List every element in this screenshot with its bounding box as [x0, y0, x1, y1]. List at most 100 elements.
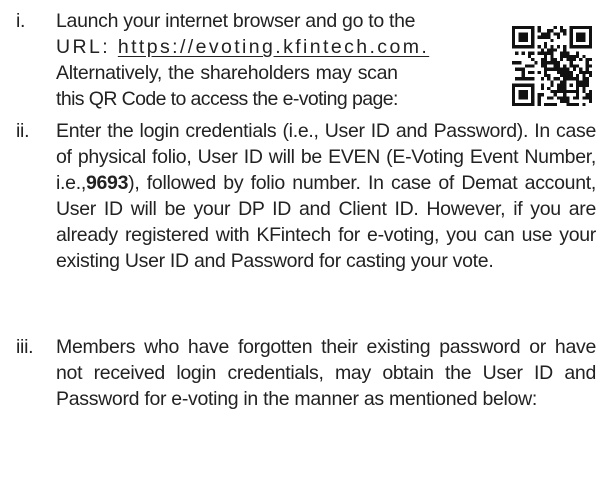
- qr-module: [579, 45, 583, 49]
- qr-module: [566, 96, 570, 100]
- qr-module: [576, 93, 580, 97]
- list-numeral: ii.: [16, 120, 30, 142]
- qr-module: [572, 102, 576, 106]
- qr-module: [563, 86, 567, 90]
- qr-module: [512, 29, 516, 33]
- qr-module: [572, 58, 576, 62]
- qr-module: [531, 102, 535, 106]
- qr-module: [556, 70, 560, 74]
- qr-module: [540, 83, 544, 87]
- qr-module: [576, 51, 580, 55]
- qr-module: [540, 93, 544, 97]
- qr-module: [544, 51, 548, 55]
- qr-module: [560, 83, 564, 87]
- document-page: i. Launch your internet browser and go t…: [0, 0, 609, 488]
- qr-module: [588, 35, 592, 39]
- qr-module: [518, 26, 522, 30]
- qr-module: [569, 35, 573, 39]
- qr-module: [569, 54, 573, 58]
- qr-module: [544, 70, 548, 74]
- qr-module: [582, 102, 586, 106]
- qr-module: [515, 26, 519, 30]
- qr-module: [566, 54, 570, 58]
- qr-module: [524, 35, 528, 39]
- qr-module: [585, 67, 589, 71]
- qr-module: [537, 35, 541, 39]
- qr-module: [540, 51, 544, 55]
- qr-module: [547, 61, 551, 65]
- qr-module: [550, 90, 554, 94]
- qr-module: [563, 64, 567, 68]
- qr-module: [544, 61, 548, 65]
- qr-module: [579, 26, 583, 30]
- item-iii-text: Members who have forgotten their existin…: [56, 336, 596, 410]
- qr-module: [550, 67, 554, 71]
- qr-module: [576, 26, 580, 30]
- qr-module: [547, 48, 551, 52]
- qr-module: [560, 90, 564, 94]
- qr-module: [547, 32, 551, 36]
- qr-module: [528, 54, 532, 58]
- qr-module: [521, 35, 525, 39]
- qr-module: [563, 93, 567, 97]
- qr-module: [569, 29, 573, 33]
- qr-module: [531, 93, 535, 97]
- qr-module: [576, 102, 580, 106]
- qr-module: [566, 90, 570, 94]
- qr-module: [569, 90, 573, 94]
- qr-module: [579, 38, 583, 42]
- qr-module: [563, 83, 567, 87]
- qr-module: [553, 58, 557, 62]
- qr-module: [585, 61, 589, 65]
- qr-module: [560, 96, 564, 100]
- qr-module: [528, 70, 532, 74]
- qr-module: [547, 77, 551, 81]
- qr-module: [531, 83, 535, 87]
- qr-module: [521, 83, 525, 87]
- qr-module: [560, 86, 564, 90]
- qr-module: [540, 86, 544, 90]
- qr-module: [512, 35, 516, 39]
- qr-module: [588, 99, 592, 103]
- qr-module: [563, 54, 567, 58]
- qr-module: [572, 64, 576, 68]
- qr-module: [515, 77, 519, 81]
- qr-module: [547, 51, 551, 55]
- qr-module: [521, 96, 525, 100]
- qr-module: [563, 74, 567, 78]
- qr-module: [524, 38, 528, 42]
- qr-module: [547, 96, 551, 100]
- qr-module: [521, 51, 525, 55]
- qr-module: [582, 90, 586, 94]
- qr-module: [582, 45, 586, 49]
- qr-module: [569, 61, 573, 65]
- qr-module: [547, 86, 551, 90]
- qr-module: [556, 64, 560, 68]
- qr-module: [531, 26, 535, 30]
- qr-module: [512, 26, 516, 30]
- qr-module: [544, 54, 548, 58]
- qr-module: [518, 38, 522, 42]
- item-i-url-line: URL: https://evoting.kfintech.com.: [56, 34, 506, 60]
- evoting-url-link[interactable]: https://evoting.kfintech.com.: [118, 36, 429, 58]
- qr-module: [550, 38, 554, 42]
- qr-module: [563, 96, 567, 100]
- qr-module: [560, 54, 564, 58]
- qr-module: [563, 77, 567, 81]
- list-numeral: i.: [16, 10, 26, 32]
- qr-module: [560, 58, 564, 62]
- qr-module: [524, 26, 528, 30]
- qr-module: [524, 102, 528, 106]
- qr-module: [512, 102, 516, 106]
- qr-module: [556, 61, 560, 65]
- qr-module: [550, 61, 554, 65]
- list-numeral: iii.: [16, 336, 34, 358]
- qr-module: [566, 74, 570, 78]
- qr-module: [512, 93, 516, 97]
- qr-module: [576, 77, 580, 81]
- qr-module: [579, 80, 583, 84]
- qr-module: [540, 77, 544, 81]
- qr-module: [553, 32, 557, 36]
- qr-module: [576, 80, 580, 84]
- qr-module: [512, 96, 516, 100]
